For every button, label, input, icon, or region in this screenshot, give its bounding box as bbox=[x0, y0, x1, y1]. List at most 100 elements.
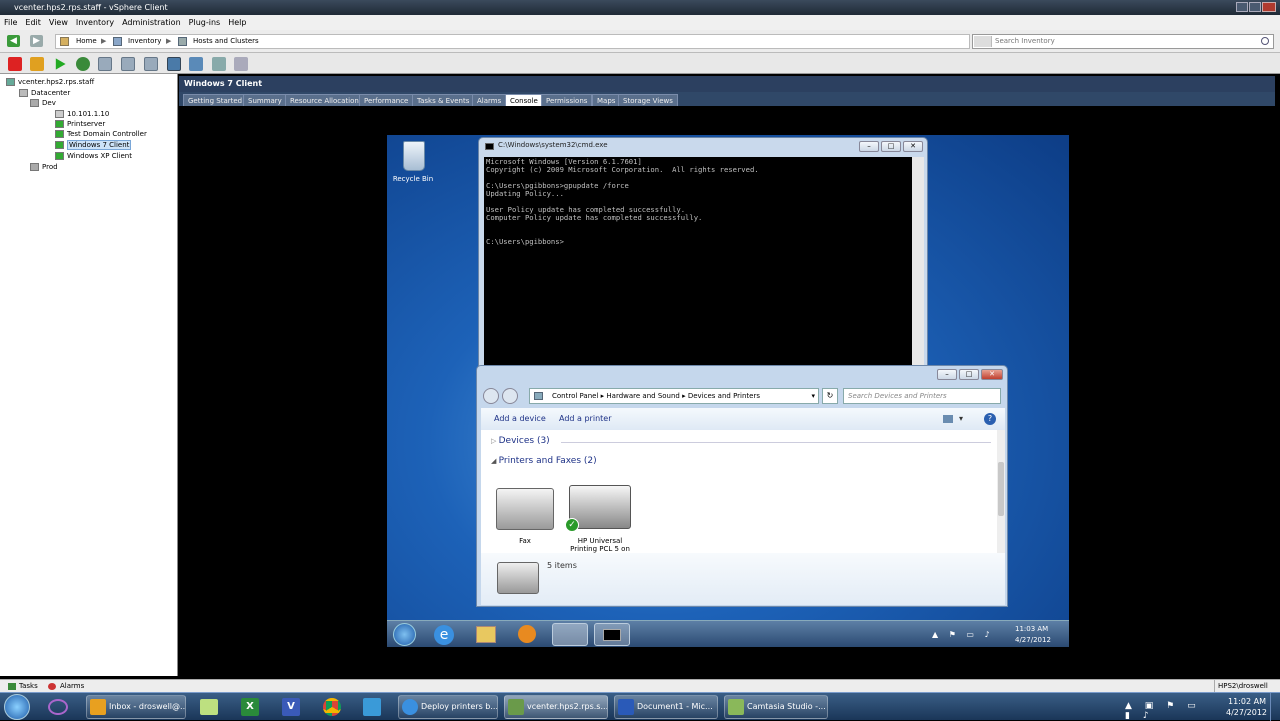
taskbar-outlook[interactable]: Inbox - droswell@... bbox=[86, 695, 186, 719]
refresh-button[interactable]: ↻ bbox=[822, 388, 838, 404]
search-inventory-field[interactable]: Search Inventory bbox=[972, 34, 1274, 49]
add-printer-button[interactable]: Add a printer bbox=[559, 408, 611, 430]
minimize-button[interactable]: – bbox=[859, 141, 879, 152]
tab-storage-views[interactable]: Storage Views bbox=[618, 94, 678, 106]
pinned-app-icon[interactable] bbox=[48, 699, 68, 715]
control-panel-task-icon[interactable] bbox=[552, 623, 588, 646]
migrate-icon[interactable] bbox=[212, 57, 226, 71]
close-button[interactable]: ✕ bbox=[981, 369, 1003, 380]
view-options-icon[interactable] bbox=[943, 415, 953, 423]
group-devices[interactable]: ▷ Devices (3) bbox=[491, 436, 550, 446]
breadcrumb-hardware-sound[interactable]: Hardware and Sound bbox=[606, 392, 679, 400]
system-tray-icons[interactable]: ▲ ▣ ⚑ ▭ ▮ ♪ bbox=[1125, 701, 1215, 721]
breadcrumb-hosts-and-clusters[interactable]: Hosts and Clusters bbox=[193, 35, 259, 48]
power-off-icon[interactable] bbox=[8, 57, 22, 71]
menu-edit[interactable]: Edit bbox=[21, 18, 45, 27]
tree-item-datacenter[interactable]: Datacenter bbox=[19, 88, 70, 98]
search-input[interactable]: Search Inventory bbox=[995, 35, 1055, 48]
taskbar-vsphere-client[interactable]: vcenter.hps2.rps.s... bbox=[504, 695, 608, 719]
tree-item-host[interactable]: 10.101.1.10 bbox=[55, 109, 109, 119]
visio-icon[interactable]: V bbox=[282, 698, 300, 716]
reset-icon[interactable] bbox=[76, 57, 90, 71]
menu-plugins[interactable]: Plug-ins bbox=[185, 18, 225, 27]
search-icon[interactable] bbox=[1261, 37, 1269, 45]
help-icon[interactable]: ? bbox=[984, 413, 996, 425]
forward-button[interactable]: ▶ bbox=[30, 35, 43, 47]
address-bar[interactable]: Control Panel ▸ Hardware and Sound ▸ Dev… bbox=[529, 388, 819, 404]
menu-view[interactable]: View bbox=[45, 18, 72, 27]
tab-console[interactable]: Console bbox=[505, 94, 543, 106]
tab-alarms[interactable]: Alarms bbox=[472, 94, 507, 106]
chevron-down-icon[interactable]: ▾ bbox=[811, 389, 815, 403]
tab-performance[interactable]: Performance bbox=[359, 94, 414, 106]
breadcrumb-inventory[interactable]: Inventory bbox=[128, 35, 161, 48]
start-button[interactable] bbox=[4, 694, 30, 720]
group-printers-faxes[interactable]: ◢ Printers and Faxes (2) bbox=[491, 456, 597, 466]
close-button[interactable] bbox=[1262, 2, 1276, 12]
close-button[interactable]: ✕ bbox=[903, 141, 923, 152]
tab-getting-started[interactable]: Getting Started bbox=[183, 94, 248, 106]
maximize-button[interactable] bbox=[1249, 2, 1261, 12]
cmd-task-icon[interactable] bbox=[594, 623, 630, 646]
maximize-button[interactable]: □ bbox=[881, 141, 901, 152]
tab-resource-allocation[interactable]: Resource Allocation bbox=[285, 94, 364, 106]
cmd-output[interactable]: Microsoft Windows [Version 6.1.7601] Cop… bbox=[484, 157, 912, 367]
explorer-icon[interactable] bbox=[476, 626, 496, 643]
back-button[interactable]: ◀ bbox=[7, 35, 20, 47]
revert-snapshot-icon[interactable] bbox=[121, 57, 135, 71]
edit-settings-icon[interactable] bbox=[189, 57, 203, 71]
menu-file[interactable]: File bbox=[0, 18, 21, 27]
power-on-icon[interactable] bbox=[55, 58, 66, 70]
tree-item-prod-folder[interactable]: Prod bbox=[30, 162, 58, 172]
chrome-icon[interactable] bbox=[323, 698, 341, 716]
tab-permissions[interactable]: Permissions bbox=[541, 94, 593, 106]
forward-button[interactable] bbox=[502, 388, 518, 404]
cmd-window[interactable]: C:\Windows\system32\cmd.exe – □ ✕ Micros… bbox=[478, 137, 928, 367]
clone-icon[interactable] bbox=[234, 57, 248, 71]
show-desktop-button[interactable] bbox=[1270, 693, 1280, 721]
list-scrollbar[interactable] bbox=[997, 430, 1005, 553]
recycle-bin-icon[interactable] bbox=[403, 141, 425, 171]
tab-maps[interactable]: Maps bbox=[592, 94, 621, 106]
tree-item-vm[interactable]: Windows XP Client bbox=[55, 151, 132, 161]
cmd-scrollbar[interactable] bbox=[912, 157, 924, 367]
add-device-button[interactable]: Add a device bbox=[494, 408, 546, 430]
taskbar-word-document[interactable]: Document1 - Mic... bbox=[614, 695, 718, 719]
tree-item-vm-selected[interactable]: Windows 7 Client bbox=[55, 140, 132, 150]
tree-item-vm[interactable]: Printserver bbox=[55, 119, 105, 129]
menu-inventory[interactable]: Inventory bbox=[72, 18, 118, 27]
minimize-button[interactable]: – bbox=[937, 369, 957, 380]
breadcrumb-devices-printers[interactable]: Devices and Printers bbox=[688, 392, 760, 400]
back-button[interactable] bbox=[483, 388, 499, 404]
suspend-icon[interactable] bbox=[30, 57, 44, 71]
menu-administration[interactable]: Administration bbox=[118, 18, 185, 27]
pinned-folder-icon[interactable] bbox=[200, 699, 218, 715]
taskbar-ie-deploy-printers[interactable]: Deploy printers b... bbox=[398, 695, 498, 719]
fax-icon[interactable] bbox=[496, 488, 554, 530]
breadcrumb-control-panel[interactable]: Control Panel bbox=[552, 392, 598, 400]
minimize-button[interactable] bbox=[1236, 2, 1248, 12]
tree-item-dev-folder[interactable]: Dev bbox=[30, 98, 56, 108]
maximize-button[interactable]: □ bbox=[959, 369, 979, 380]
search-scope-dropdown[interactable] bbox=[974, 36, 992, 47]
console-icon[interactable] bbox=[167, 57, 181, 71]
excel-icon[interactable]: X bbox=[241, 698, 259, 716]
tree-item-vcenter[interactable]: vcenter.hps2.rps.staff bbox=[6, 77, 94, 87]
tab-tasks-events[interactable]: Tasks & Events bbox=[412, 94, 475, 106]
menu-help[interactable]: Help bbox=[224, 18, 250, 27]
scrollbar-thumb[interactable] bbox=[998, 462, 1004, 516]
taskbar-camtasia[interactable]: Camtasia Studio -... bbox=[724, 695, 828, 719]
tray-icons[interactable]: ▲ ⚑ ▭ ♪ bbox=[932, 630, 1007, 640]
search-input[interactable]: Search Devices and Printers bbox=[843, 388, 1001, 404]
media-player-icon[interactable] bbox=[518, 625, 536, 643]
devices-printers-window[interactable]: – □ ✕ Control Panel ▸ Hardware and Sound… bbox=[476, 365, 1008, 607]
ie-icon[interactable]: e bbox=[434, 625, 454, 645]
tree-item-vm[interactable]: Test Domain Controller bbox=[55, 129, 147, 139]
snapshot-manager-icon[interactable] bbox=[144, 57, 158, 71]
start-button[interactable] bbox=[393, 623, 416, 646]
snapshot-icon[interactable] bbox=[98, 57, 112, 71]
tab-summary[interactable]: Summary bbox=[243, 94, 287, 106]
lync-icon[interactable] bbox=[363, 698, 381, 716]
chevron-down-icon[interactable]: ▾ bbox=[959, 408, 963, 430]
breadcrumb-home[interactable]: Home bbox=[76, 35, 97, 48]
